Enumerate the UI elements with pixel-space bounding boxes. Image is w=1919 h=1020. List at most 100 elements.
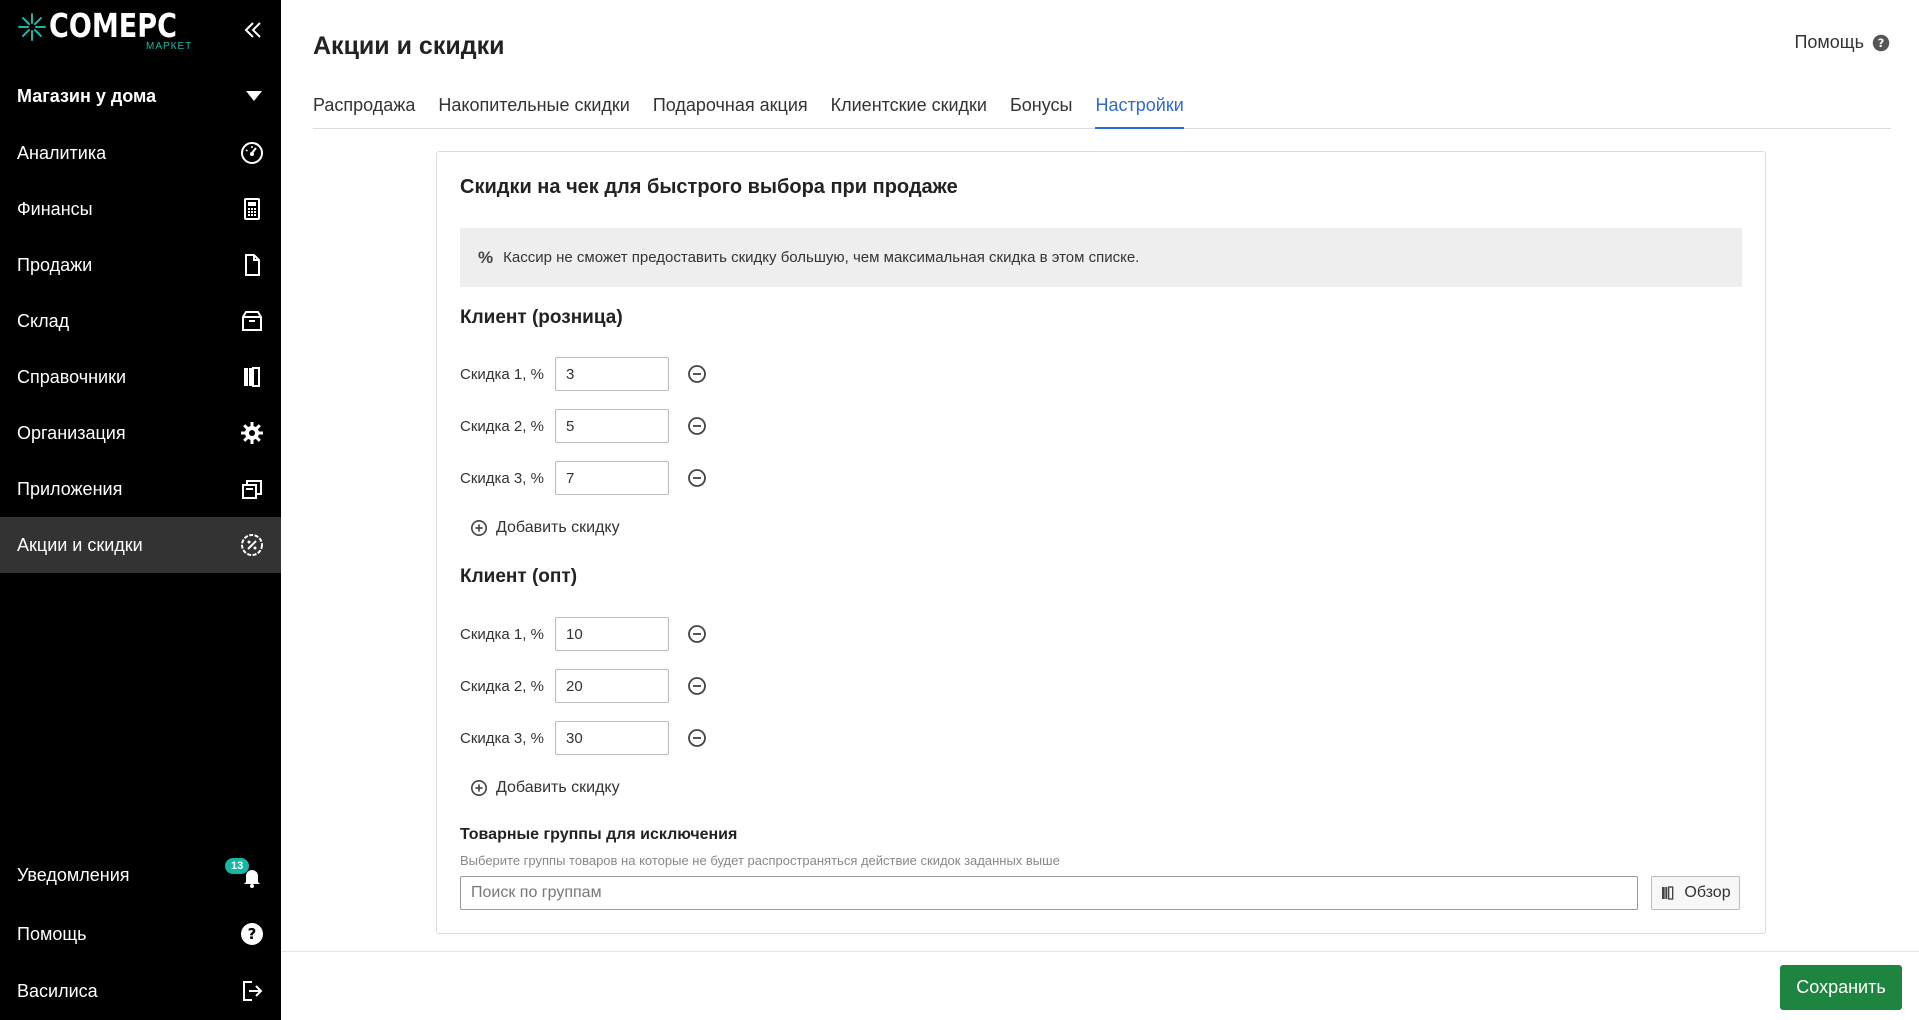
sidebar-item-label: Финансы [17, 198, 93, 219]
logo-wordmark: COMEPC [49, 6, 177, 45]
add-circle-icon [470, 779, 488, 797]
tabs: Распродажа Накопительные скидки Подарочн… [313, 91, 1891, 129]
retail-discount-row: Скидка 3, % [460, 461, 707, 495]
svg-text:?: ? [1878, 36, 1885, 49]
tab-gift-promotion[interactable]: Подарочная акция [653, 91, 808, 129]
add-circle-icon [470, 519, 488, 537]
sidebar-item-references[interactable]: Справочники [0, 349, 281, 405]
sidebar-item-label: Аналитика [17, 142, 107, 163]
sidebar-item-help[interactable]: Помощь ? [0, 906, 281, 962]
sidebar: COMEPC МАРКЕТ Магазин у дома Аналитика Ф… [0, 0, 281, 1020]
sidebar-item-label: Продажи [17, 254, 93, 275]
wholesale-section-title: Клиент (опт) [460, 566, 578, 587]
browse-button[interactable]: Обзор [1651, 876, 1740, 910]
exclusions-title: Товарные группы для исключения [460, 826, 738, 843]
caret-down-icon [246, 91, 262, 101]
sidebar-item-apps[interactable]: Приложения [0, 461, 281, 517]
store-selector[interactable]: Магазин у дома [0, 77, 281, 115]
sidebar-item-label: Приложения [17, 478, 123, 499]
wholesale-discount-3-input[interactable] [555, 721, 669, 755]
logout-icon[interactable] [240, 979, 264, 1003]
tab-settings[interactable]: Настройки [1095, 91, 1184, 129]
main-content: Акции и скидки Помощь ? Распродажа Накоп… [281, 0, 1919, 1020]
wholesale-add-discount-button[interactable]: Добавить скидку [470, 776, 620, 800]
help-icon: ? [1872, 34, 1890, 51]
remove-discount-icon[interactable] [687, 416, 707, 436]
box-icon [242, 311, 262, 331]
retail-add-discount-button[interactable]: Добавить скидку [470, 516, 620, 540]
books-icon [244, 367, 260, 387]
wholesale-discount-row: Скидка 2, % [460, 669, 707, 703]
gear-icon [241, 422, 263, 444]
percent-badge-icon [241, 534, 263, 556]
sidebar-item-sales[interactable]: Продажи [0, 237, 281, 293]
collapse-sidebar-icon[interactable] [242, 18, 264, 42]
discount-label: Скидка 1, % [460, 625, 544, 643]
group-search-input[interactable] [460, 876, 1638, 910]
sidebar-item-analytics[interactable]: Аналитика [0, 125, 281, 181]
settings-card: Скидки на чек для быстрого выбора при пр… [436, 151, 1766, 934]
dashboard-gauge-icon [241, 142, 263, 164]
logo-row: COMEPC МАРКЕТ [0, 0, 281, 66]
discount-label: Скидка 1, % [460, 365, 544, 383]
info-banner: % Кассир не сможет предоставить скидку б… [460, 228, 1742, 287]
logo-star-icon [18, 13, 46, 41]
windows-icon [242, 480, 262, 499]
sidebar-item-label: Акции и скидки [17, 534, 143, 555]
browse-label: Обзор [1684, 884, 1731, 901]
exclusions-hint: Выберите группы товаров на которые не бу… [460, 853, 1060, 868]
retail-section-title: Клиент (розница) [460, 307, 623, 328]
retail-discount-row: Скидка 2, % [460, 409, 707, 443]
remove-discount-icon[interactable] [687, 624, 707, 644]
retail-discount-2-input[interactable] [555, 409, 669, 443]
sidebar-item-label: Уведомления [17, 864, 130, 885]
sidebar-item-organization[interactable]: Организация [0, 405, 281, 461]
notification-count-badge: 13 [225, 858, 250, 874]
add-discount-label: Добавить скидку [496, 779, 620, 796]
sidebar-item-promotions[interactable]: Акции и скидки [0, 517, 281, 573]
footer-bar: Сохранить [281, 951, 1919, 1020]
document-icon [245, 254, 260, 276]
tab-client-discounts[interactable]: Клиентские скидки [831, 91, 987, 129]
sidebar-item-label: Организация [17, 422, 126, 443]
sidebar-item-notifications[interactable]: Уведомления [0, 847, 281, 903]
tab-sale[interactable]: Распродажа [313, 91, 415, 129]
discount-label: Скидка 3, % [460, 469, 544, 487]
help-icon: ? [241, 923, 263, 945]
percent-icon: % [478, 247, 494, 267]
add-discount-label: Добавить скидку [496, 519, 620, 536]
sidebar-item-label: Склад [17, 310, 70, 331]
sidebar-item-user[interactable]: Василиса [0, 963, 281, 1019]
discount-label: Скидка 3, % [460, 729, 544, 747]
save-button[interactable]: Сохранить [1780, 965, 1902, 1010]
retail-discount-1-input[interactable] [555, 357, 669, 391]
remove-discount-icon[interactable] [687, 364, 707, 384]
wholesale-discount-row: Скидка 3, % [460, 721, 707, 755]
help-link-label: Помощь [1794, 32, 1864, 52]
sidebar-item-label: Помощь [17, 923, 87, 944]
info-text: Кассир не сможет предоставить скидку бол… [503, 249, 1140, 266]
store-name: Магазин у дома [17, 85, 157, 106]
svg-text:?: ? [248, 925, 257, 943]
page-title: Акции и скидки [313, 32, 505, 60]
sidebar-item-warehouse[interactable]: Склад [0, 293, 281, 349]
retail-discount-3-input[interactable] [555, 461, 669, 495]
books-icon [1662, 886, 1674, 900]
sidebar-item-finance[interactable]: Финансы [0, 181, 281, 237]
card-title: Скидки на чек для быстрого выбора при пр… [460, 176, 958, 198]
tab-cumulative-discounts[interactable]: Накопительные скидки [438, 91, 630, 129]
wholesale-discount-row: Скидка 1, % [460, 617, 707, 651]
discount-label: Скидка 2, % [460, 677, 544, 695]
calculator-icon [244, 198, 260, 220]
remove-discount-icon[interactable] [687, 676, 707, 696]
retail-discount-row: Скидка 1, % [460, 357, 707, 391]
logo: COMEPC МАРКЕТ [17, 6, 205, 52]
tab-bonuses[interactable]: Бонусы [1010, 91, 1073, 129]
discount-label: Скидка 2, % [460, 417, 544, 435]
user-name: Василиса [17, 980, 98, 1001]
remove-discount-icon[interactable] [687, 468, 707, 488]
help-link[interactable]: Помощь ? [1794, 32, 1890, 53]
wholesale-discount-2-input[interactable] [555, 669, 669, 703]
remove-discount-icon[interactable] [687, 728, 707, 748]
wholesale-discount-1-input[interactable] [555, 617, 669, 651]
